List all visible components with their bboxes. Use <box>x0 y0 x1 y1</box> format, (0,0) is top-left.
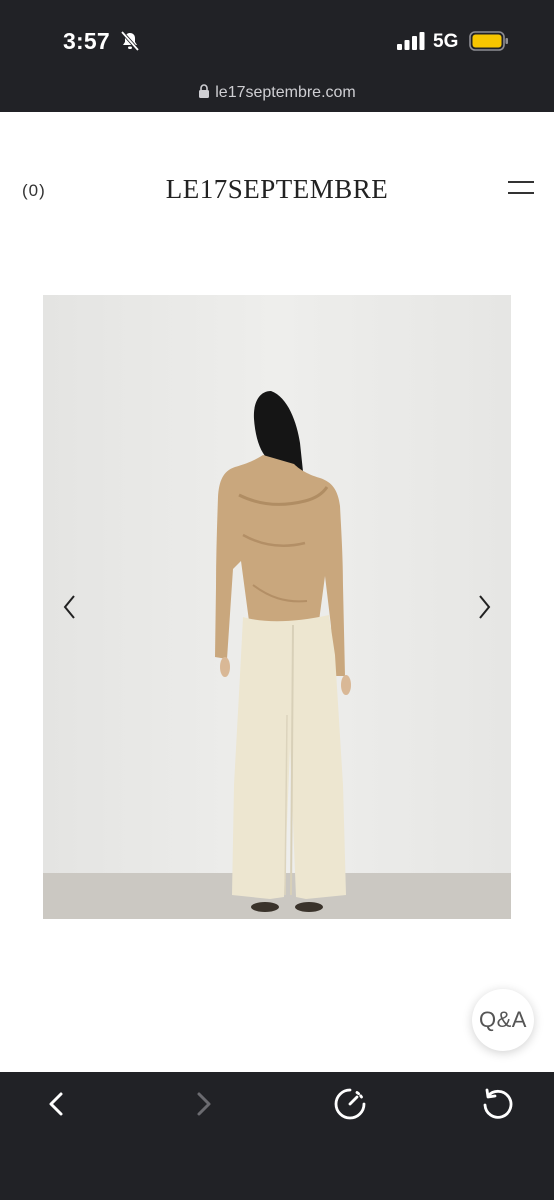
site-logo[interactable]: LE17SEPTEMBRE <box>0 174 554 205</box>
reload-icon[interactable] <box>479 1086 515 1122</box>
signal-icon <box>397 32 425 50</box>
status-time: 3:57 <box>63 28 110 54</box>
forward-arrow-icon[interactable] <box>192 1090 216 1118</box>
product-image[interactable] <box>43 295 511 919</box>
speed-gauge-icon[interactable] <box>332 1086 368 1122</box>
network-label: 5G <box>433 31 459 52</box>
status-bar: 3:57 5G le17septembre.com <box>0 0 554 112</box>
bell-muted-icon <box>120 30 140 52</box>
browser-toolbar <box>0 1072 554 1200</box>
url-text: le17septembre.com <box>215 84 356 101</box>
hamburger-menu-icon[interactable] <box>508 181 534 195</box>
back-arrow-icon[interactable] <box>44 1090 68 1118</box>
next-image-arrow-icon[interactable] <box>474 593 494 621</box>
battery-icon <box>469 31 508 51</box>
qa-button[interactable]: Q&A <box>472 989 534 1051</box>
lock-icon <box>199 84 210 98</box>
url-bar[interactable]: le17septembre.com <box>0 84 554 102</box>
previous-image-arrow-icon[interactable] <box>60 593 80 621</box>
